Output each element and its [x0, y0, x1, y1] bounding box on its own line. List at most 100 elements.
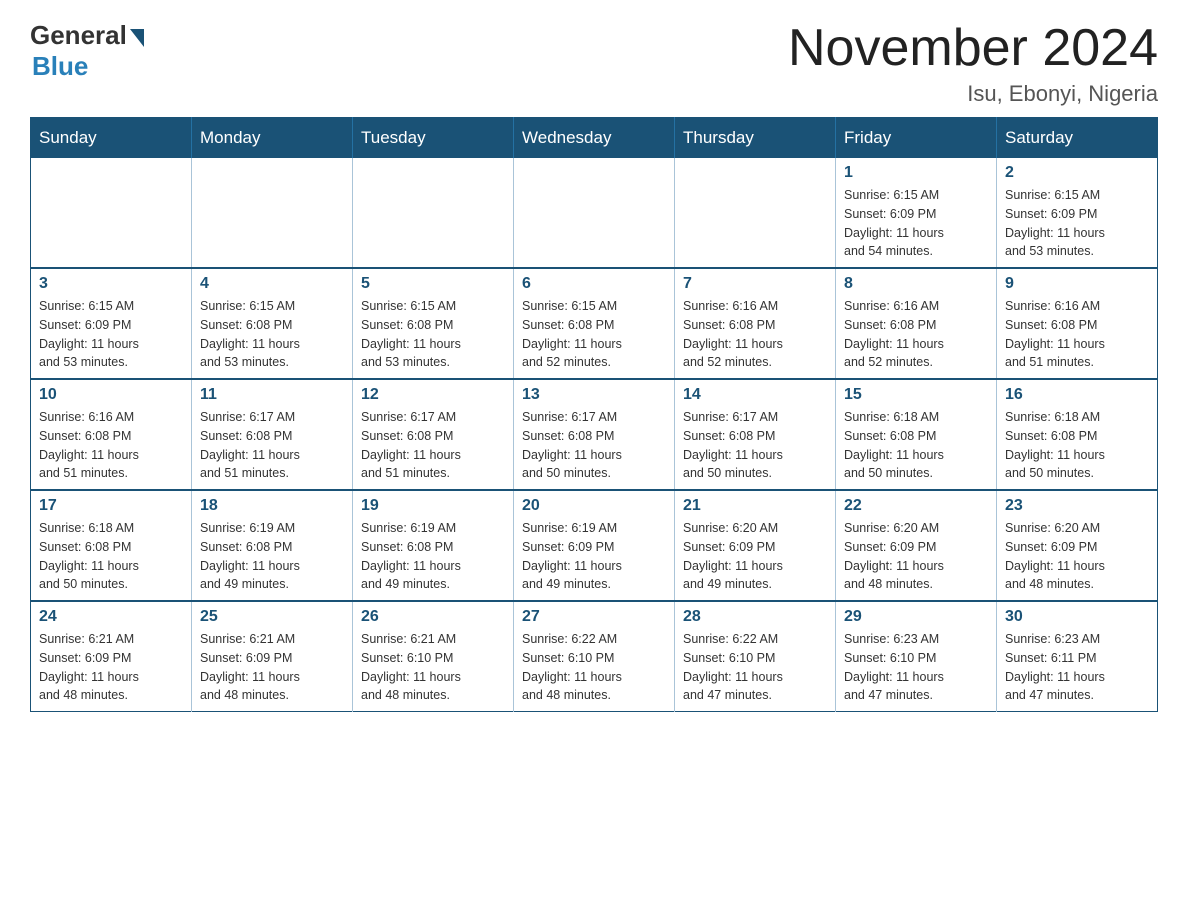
calendar-cell: 22 Sunrise: 6:20 AMSunset: 6:09 PMDayligh… [836, 490, 997, 601]
calendar-body: 1 Sunrise: 6:15 AMSunset: 6:09 PMDaylight… [31, 158, 1158, 712]
logo-general-text: General [30, 20, 127, 51]
calendar-cell: 24 Sunrise: 6:21 AMSunset: 6:09 PMDayligh… [31, 601, 192, 712]
day-number: 8 [844, 275, 988, 293]
calendar-cell: 4 Sunrise: 6:15 AMSunset: 6:08 PMDaylight… [192, 268, 353, 379]
day-number: 4 [200, 275, 344, 293]
day-number: 15 [844, 386, 988, 404]
logo-blue-text: Blue [32, 51, 88, 82]
calendar-cell: 1Sunrise: 6:15 AMSunset: 6:09 PMDaylight… [836, 158, 997, 268]
calendar-cell: 27Sunrise: 6:22 AMSunset: 6:10 PMDayligh… [514, 601, 675, 712]
day-info: Sunrise: 6:20 AMSunset: 6:09 PMDaylight:… [683, 519, 827, 594]
calendar-cell: 2 Sunrise: 6:15 AMSunset: 6:09 PMDaylight… [997, 158, 1158, 268]
day-info: Sunrise: 6:22 AMSunset: 6:10 PMDaylight:… [522, 630, 666, 705]
day-info: Sunrise: 6:21 AMSunset: 6:09 PMDaylight:… [39, 630, 183, 705]
day-info: Sunrise: 6:20 AMSunset: 6:09 PMDaylight:… [844, 519, 988, 594]
calendar-cell [514, 158, 675, 268]
day-number: 3 [39, 275, 183, 293]
calendar-title: November 2024 [788, 20, 1158, 77]
day-number: 22 [844, 497, 988, 515]
day-info: Sunrise: 6:19 AMSunset: 6:08 PMDaylight:… [200, 519, 344, 594]
calendar-cell: 25Sunrise: 6:21 AMSunset: 6:09 PMDayligh… [192, 601, 353, 712]
calendar-cell: 18 Sunrise: 6:19 AMSunset: 6:08 PMDayligh… [192, 490, 353, 601]
calendar-cell: 9Sunrise: 6:16 AMSunset: 6:08 PMDaylight… [997, 268, 1158, 379]
day-info: Sunrise: 6:23 AMSunset: 6:10 PMDaylight:… [844, 630, 988, 705]
day-info: Sunrise: 6:22 AMSunset: 6:10 PMDaylight:… [683, 630, 827, 705]
calendar-cell: 13 Sunrise: 6:17 AMSunset: 6:08 PMDayligh… [514, 379, 675, 490]
day-number: 24 [39, 608, 183, 626]
day-info: Sunrise: 6:20 AMSunset: 6:09 PMDaylight:… [1005, 519, 1149, 594]
calendar-header: SundayMondayTuesdayWednesdayThursdayFrid… [31, 118, 1158, 159]
day-number: 20 [522, 497, 666, 515]
day-info: Sunrise: 6:15 AMSunset: 6:09 PMDaylight:… [39, 297, 183, 372]
day-number: 23 [1005, 497, 1149, 515]
day-info: Sunrise: 6:17 AMSunset: 6:08 PMDaylight:… [200, 408, 344, 483]
day-info: Sunrise: 6:17 AMSunset: 6:08 PMDaylight:… [361, 408, 505, 483]
day-info: Sunrise: 6:16 AMSunset: 6:08 PMDaylight:… [683, 297, 827, 372]
calendar-cell: 20 Sunrise: 6:19 AMSunset: 6:09 PMDayligh… [514, 490, 675, 601]
day-info: Sunrise: 6:15 AMSunset: 6:08 PMDaylight:… [522, 297, 666, 372]
calendar-cell: 5 Sunrise: 6:15 AMSunset: 6:08 PMDaylight… [353, 268, 514, 379]
day-info: Sunrise: 6:19 AMSunset: 6:09 PMDaylight:… [522, 519, 666, 594]
calendar-cell: 21 Sunrise: 6:20 AMSunset: 6:09 PMDayligh… [675, 490, 836, 601]
logo-arrow-icon [130, 29, 144, 47]
day-number: 2 [1005, 164, 1149, 182]
day-number: 30 [1005, 608, 1149, 626]
calendar-cell: 30 Sunrise: 6:23 AMSunset: 6:11 PMDayligh… [997, 601, 1158, 712]
week-row-5: 24 Sunrise: 6:21 AMSunset: 6:09 PMDayligh… [31, 601, 1158, 712]
day-number: 19 [361, 497, 505, 515]
weekday-header-tuesday: Tuesday [353, 118, 514, 159]
calendar-cell: 11Sunrise: 6:17 AMSunset: 6:08 PMDayligh… [192, 379, 353, 490]
weekday-header-wednesday: Wednesday [514, 118, 675, 159]
weekday-header-friday: Friday [836, 118, 997, 159]
day-number: 12 [361, 386, 505, 404]
day-number: 6 [522, 275, 666, 293]
calendar-cell: 15 Sunrise: 6:18 AMSunset: 6:08 PMDayligh… [836, 379, 997, 490]
week-row-4: 17 Sunrise: 6:18 AMSunset: 6:08 PMDayligh… [31, 490, 1158, 601]
day-info: Sunrise: 6:15 AMSunset: 6:08 PMDaylight:… [200, 297, 344, 372]
day-info: Sunrise: 6:18 AMSunset: 6:08 PMDaylight:… [844, 408, 988, 483]
day-number: 21 [683, 497, 827, 515]
page-header: General Blue November 2024 Isu, Ebonyi, … [30, 20, 1158, 107]
day-number: 13 [522, 386, 666, 404]
day-number: 1 [844, 164, 988, 182]
day-number: 16 [1005, 386, 1149, 404]
calendar-cell [192, 158, 353, 268]
week-row-1: 1 Sunrise: 6:15 AMSunset: 6:09 PMDaylight… [31, 158, 1158, 268]
day-info: Sunrise: 6:18 AMSunset: 6:08 PMDaylight:… [39, 519, 183, 594]
calendar-cell: 7Sunrise: 6:16 AMSunset: 6:08 PMDaylight… [675, 268, 836, 379]
day-info: Sunrise: 6:19 AMSunset: 6:08 PMDaylight:… [361, 519, 505, 594]
day-info: Sunrise: 6:15 AMSunset: 6:09 PMDaylight:… [1005, 186, 1149, 261]
calendar-cell [353, 158, 514, 268]
calendar-cell [31, 158, 192, 268]
day-info: Sunrise: 6:15 AMSunset: 6:08 PMDaylight:… [361, 297, 505, 372]
calendar-cell [675, 158, 836, 268]
day-info: Sunrise: 6:18 AMSunset: 6:08 PMDaylight:… [1005, 408, 1149, 483]
calendar-cell: 16 Sunrise: 6:18 AMSunset: 6:08 PMDayligh… [997, 379, 1158, 490]
weekday-header-thursday: Thursday [675, 118, 836, 159]
calendar-cell: 17 Sunrise: 6:18 AMSunset: 6:08 PMDayligh… [31, 490, 192, 601]
day-number: 17 [39, 497, 183, 515]
calendar-cell: 10Sunrise: 6:16 AMSunset: 6:08 PMDayligh… [31, 379, 192, 490]
weekday-header-row: SundayMondayTuesdayWednesdayThursdayFrid… [31, 118, 1158, 159]
logo: General Blue [30, 20, 144, 82]
day-info: Sunrise: 6:17 AMSunset: 6:08 PMDaylight:… [522, 408, 666, 483]
day-info: Sunrise: 6:16 AMSunset: 6:08 PMDaylight:… [844, 297, 988, 372]
day-info: Sunrise: 6:23 AMSunset: 6:11 PMDaylight:… [1005, 630, 1149, 705]
day-number: 18 [200, 497, 344, 515]
calendar-subtitle: Isu, Ebonyi, Nigeria [788, 81, 1158, 107]
day-number: 5 [361, 275, 505, 293]
calendar-cell: 29Sunrise: 6:23 AMSunset: 6:10 PMDayligh… [836, 601, 997, 712]
calendar-table: SundayMondayTuesdayWednesdayThursdayFrid… [30, 117, 1158, 712]
calendar-cell: 12 Sunrise: 6:17 AMSunset: 6:08 PMDayligh… [353, 379, 514, 490]
calendar-cell: 26Sunrise: 6:21 AMSunset: 6:10 PMDayligh… [353, 601, 514, 712]
week-row-3: 10Sunrise: 6:16 AMSunset: 6:08 PMDayligh… [31, 379, 1158, 490]
calendar-cell: 3 Sunrise: 6:15 AMSunset: 6:09 PMDaylight… [31, 268, 192, 379]
calendar-cell: 23 Sunrise: 6:20 AMSunset: 6:09 PMDayligh… [997, 490, 1158, 601]
day-number: 14 [683, 386, 827, 404]
day-number: 9 [1005, 275, 1149, 293]
calendar-cell: 28 Sunrise: 6:22 AMSunset: 6:10 PMDayligh… [675, 601, 836, 712]
calendar-cell: 6 Sunrise: 6:15 AMSunset: 6:08 PMDaylight… [514, 268, 675, 379]
day-number: 26 [361, 608, 505, 626]
calendar-cell: 14Sunrise: 6:17 AMSunset: 6:08 PMDayligh… [675, 379, 836, 490]
day-number: 28 [683, 608, 827, 626]
